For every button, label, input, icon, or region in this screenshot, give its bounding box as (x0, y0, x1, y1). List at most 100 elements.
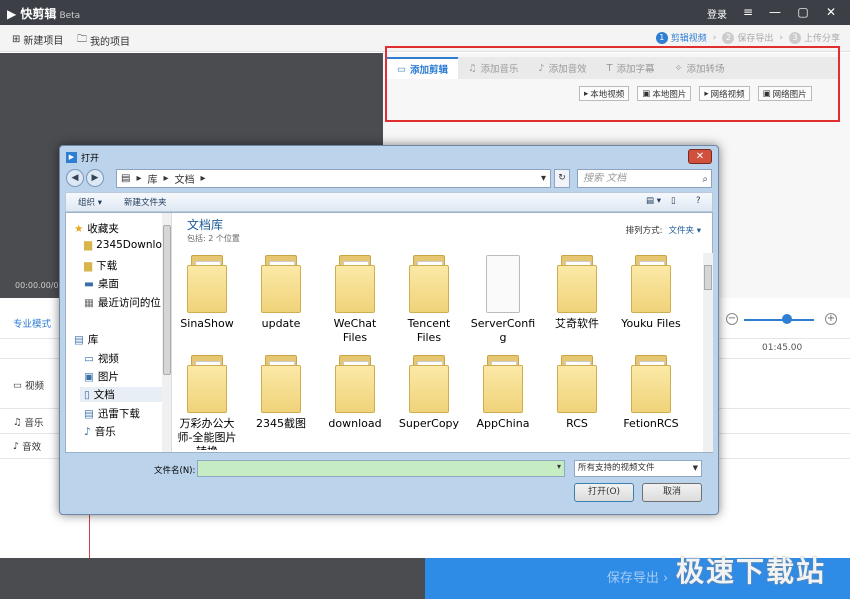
my-projects-button[interactable]: 🗀 我的项目 (77, 32, 130, 49)
file-pane: 文档库 包括: 2 个位置 排列方式: 文件夹 ▾ SinaShow update… (173, 213, 713, 452)
folder-item[interactable]: 2345截图 (247, 355, 315, 431)
chevron-right-icon: ▸ (200, 173, 206, 184)
folder-item[interactable]: FetionRCS (617, 355, 685, 431)
nav-item-xunlei[interactable]: ▤ 迅雷下载 (84, 406, 140, 421)
dialog-close-button[interactable]: ✕ (688, 149, 712, 164)
folder-item[interactable]: SinaShow (173, 255, 241, 331)
star-icon: ★ (74, 222, 84, 235)
maximize-icon[interactable]: ▢ (795, 4, 811, 20)
zoom-knob[interactable] (782, 314, 792, 324)
new-project-button[interactable]: ⊞ 新建项目 (12, 32, 63, 47)
folder-name: FetionRCS (623, 417, 679, 430)
folder-item[interactable]: Youku Files (617, 255, 685, 331)
step-label: 保存导出 (737, 34, 774, 44)
desktop-icon: ▬ (84, 277, 94, 290)
nav-item-videos[interactable]: ▭ 视频 (84, 351, 119, 366)
cancel-button[interactable]: 取消 (642, 483, 702, 502)
library-icon: ▤ (121, 173, 131, 184)
folder-item[interactable]: 艾奇软件 (543, 255, 611, 331)
folder-name: 2345截图 (256, 417, 306, 430)
video-camera-icon: ▭ (13, 379, 22, 391)
picture-library-icon: ▣ (84, 370, 94, 383)
folder-item[interactable]: update (247, 255, 315, 331)
preview-pane-icon[interactable]: ▯ (671, 196, 676, 206)
library-locations[interactable]: 包括: 2 个位置 (187, 233, 240, 244)
search-input[interactable]: 搜索 文档 ⌕ (577, 169, 712, 188)
nav-item-downloads[interactable]: ▆ 下载 (84, 258, 117, 273)
sort-dropdown[interactable]: 文件夹 ▾ (669, 226, 701, 236)
minimize-icon[interactable]: — (767, 4, 783, 20)
open-button[interactable]: 打开(O) (574, 483, 634, 502)
file-item[interactable]: ServerConfig (469, 255, 537, 345)
nav-scrollbar[interactable] (162, 213, 171, 452)
watermark-text: 极速下载站 (676, 555, 827, 588)
folder-icon (481, 355, 525, 413)
breadcrumb-item[interactable]: 文档 (175, 171, 195, 186)
nav-item-2345downloads[interactable]: ▆ 2345Downlo (84, 239, 162, 251)
folder-icon (259, 255, 303, 313)
new-project-label: 新建项目 (23, 36, 64, 47)
folder-name: AppChina (476, 417, 530, 430)
chevron-down-icon[interactable]: ▾ (541, 173, 546, 184)
folder-name: Youku Files (621, 317, 681, 330)
chevron-right-icon: › (779, 32, 783, 43)
chevron-down-icon[interactable]: ▾ (557, 462, 561, 471)
help-icon[interactable]: ? (696, 196, 701, 206)
zoom-out-icon[interactable]: − (726, 313, 738, 325)
folder-name: SuperCopy (398, 417, 460, 430)
folder-item[interactable]: SuperCopy (395, 355, 463, 431)
scrollbar-thumb[interactable] (163, 225, 171, 375)
track-video: ▭ 视频 (13, 378, 44, 393)
file-name: ServerConfig (470, 317, 536, 344)
nav-item-music[interactable]: ♪ 音乐 (84, 424, 116, 439)
scrollbar-thumb[interactable] (704, 265, 712, 290)
folder-item[interactable]: WeChat Files (321, 255, 389, 345)
folder-item[interactable]: Tencent Files (395, 255, 463, 345)
folder-icon (629, 255, 673, 313)
folder-item[interactable]: download (321, 355, 389, 431)
organize-button[interactable]: 组织 ▾ (78, 196, 102, 208)
close-icon[interactable]: ✕ (823, 4, 839, 20)
refresh-icon[interactable]: ↻ (554, 169, 570, 188)
app-logo: ▶ 快剪辑 Beta (7, 5, 80, 22)
dialog-toolbar: 组织 ▾ 新建文件夹 ▤ ▾ ▯ ? (65, 192, 713, 212)
nav-label: 音乐 (94, 426, 116, 438)
app-name: 快剪辑 (20, 7, 57, 21)
menu-icon[interactable]: ≡ (740, 4, 756, 20)
nav-libraries[interactable]: ▤ 库 (74, 332, 98, 347)
file-scrollbar[interactable] (703, 253, 713, 452)
nav-item-recent[interactable]: ▦ 最近访问的位 (84, 295, 161, 310)
forward-arrow-icon[interactable]: ▶ (86, 169, 104, 187)
chevron-right-icon: ▸ (136, 173, 142, 184)
zoom-in-icon[interactable]: + (825, 313, 837, 325)
filetype-select[interactable]: 所有支持的视频文件 ▼ (574, 460, 702, 477)
nav-favorites[interactable]: ★ 收藏夹 (74, 221, 119, 236)
step-edit: 1 剪辑视频 (655, 31, 707, 44)
nav-item-desktop[interactable]: ▬ 桌面 (84, 276, 119, 291)
login-link[interactable]: 登录 (707, 6, 727, 21)
folder-name: update (261, 317, 301, 330)
new-folder-button[interactable]: 新建文件夹 (124, 196, 167, 208)
step-indicator: 1 剪辑视频 › 2 保存导出 › 3 上传分享 (655, 31, 840, 44)
folder-item[interactable]: AppChina (469, 355, 537, 431)
chevron-right-icon: › (712, 32, 717, 43)
folder-icon: 🗀 (77, 34, 87, 45)
filename-input[interactable]: ▾ (197, 460, 565, 477)
breadcrumb-item[interactable]: 库 (147, 171, 157, 186)
pro-mode-toggle[interactable]: 专业模式 (13, 316, 51, 330)
nav-item-pictures[interactable]: ▣ 图片 (84, 369, 119, 384)
back-arrow-icon[interactable]: ◀ (66, 169, 84, 187)
search-placeholder: 搜索 文档 (583, 173, 627, 184)
step-number: 2 (722, 31, 735, 44)
nav-item-documents[interactable]: ▯ 文档 (80, 387, 171, 402)
address-bar[interactable]: ▤ ▸ 库 ▸ 文档 ▸ ▾ (116, 169, 551, 188)
open-file-dialog: ▶ 打开 ✕ ◀ ▶ ▤ ▸ 库 ▸ 文档 ▸ ▾ ↻ 搜索 文档 ⌕ 组织 ▾ (59, 145, 719, 515)
search-icon[interactable]: ⌕ (702, 171, 708, 188)
zoom-slider[interactable]: − + (726, 313, 841, 327)
folder-item[interactable]: 万彩办公大师-全能图片转换 (173, 355, 241, 450)
folder-name: SinaShow (180, 317, 234, 330)
filename-label: 文件名(N): (154, 466, 196, 476)
folder-item[interactable]: RCS (543, 355, 611, 431)
view-options-icon[interactable]: ▤ ▾ (646, 196, 661, 206)
playhead[interactable] (89, 513, 90, 558)
